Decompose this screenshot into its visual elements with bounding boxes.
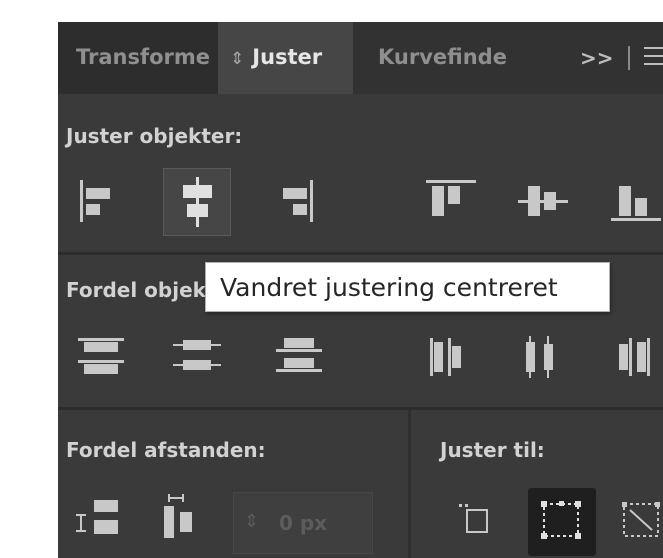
distribute-left-icon	[430, 338, 461, 376]
distribute-horizontal-center-icon	[526, 336, 553, 378]
tooltip: Vandret justering centreret	[205, 262, 610, 312]
panel-menu-icon[interactable]	[644, 47, 663, 71]
tab-pathfinder-label: Kurvefinde	[378, 45, 507, 69]
align-horizontal-center-icon	[183, 177, 212, 227]
tab-align-label: Juster	[252, 45, 323, 69]
tab-arrows-icon: ⇕	[230, 49, 245, 69]
tab-transform-label: Transforme	[76, 45, 211, 69]
align-horizontal-center-button[interactable]	[163, 168, 231, 236]
section-divider	[58, 252, 663, 255]
distribute-spacing-label: Fordel afstanden:	[66, 438, 266, 462]
tab-transform[interactable]: Transforme	[58, 22, 218, 94]
align-bottom-icon	[611, 186, 661, 221]
align-top-icon	[426, 180, 476, 216]
distribute-top-button[interactable]	[68, 322, 136, 390]
tab-pathfinder[interactable]: Kurvefinde	[358, 22, 558, 94]
panel-tab-bar: Transforme ⇕ Juster Kurvefinde >>	[58, 22, 663, 94]
align-top-button[interactable]	[418, 168, 486, 236]
distribute-right-icon	[619, 338, 650, 376]
column-divider	[408, 410, 411, 558]
align-objects-label: Juster objekter:	[66, 124, 243, 148]
align-left-icon	[80, 180, 110, 222]
align-bottom-button[interactable]	[603, 168, 663, 236]
align-right-button[interactable]	[266, 168, 334, 236]
distribute-horizontal-center-button[interactable]	[510, 322, 578, 390]
align-to-selection-button[interactable]	[528, 488, 596, 556]
distribute-left-button[interactable]	[418, 322, 486, 390]
distribute-vertical-space-icon	[76, 500, 118, 534]
align-vertical-center-button[interactable]	[510, 168, 578, 236]
align-to-label: Juster til:	[440, 438, 545, 462]
distribute-vertical-center-button[interactable]	[163, 322, 231, 390]
align-to-artboard-button[interactable]	[610, 488, 663, 556]
distribute-top-icon	[78, 338, 124, 374]
align-to-selection-icon	[541, 501, 581, 539]
align-to-artboard-icon	[622, 502, 660, 537]
spinner-arrows-icon[interactable]: ⇕	[244, 511, 259, 532]
more-tabs-icon[interactable]: >>	[580, 22, 614, 94]
distribute-vertical-space-button[interactable]	[68, 488, 136, 556]
distribute-bottom-button[interactable]	[266, 322, 334, 390]
align-vertical-center-icon	[518, 186, 568, 216]
spacing-value: 0 px	[279, 511, 328, 535]
tab-align[interactable]: ⇕ Juster	[218, 22, 353, 94]
align-to-key-object-icon	[459, 504, 488, 533]
distribute-bottom-icon	[276, 338, 322, 372]
align-to-key-object-button[interactable]	[443, 488, 511, 556]
section-divider	[58, 407, 663, 410]
align-left-button[interactable]	[68, 168, 136, 236]
tabbar-separator	[628, 46, 630, 70]
align-right-icon	[283, 180, 313, 222]
spacing-value-input[interactable]: ⇕ 0 px	[233, 492, 373, 554]
distribute-horizontal-space-icon	[164, 494, 192, 538]
distribute-horizontal-space-button[interactable]	[150, 488, 218, 556]
distribute-vertical-center-icon	[173, 340, 221, 370]
distribute-right-button[interactable]	[603, 322, 663, 390]
